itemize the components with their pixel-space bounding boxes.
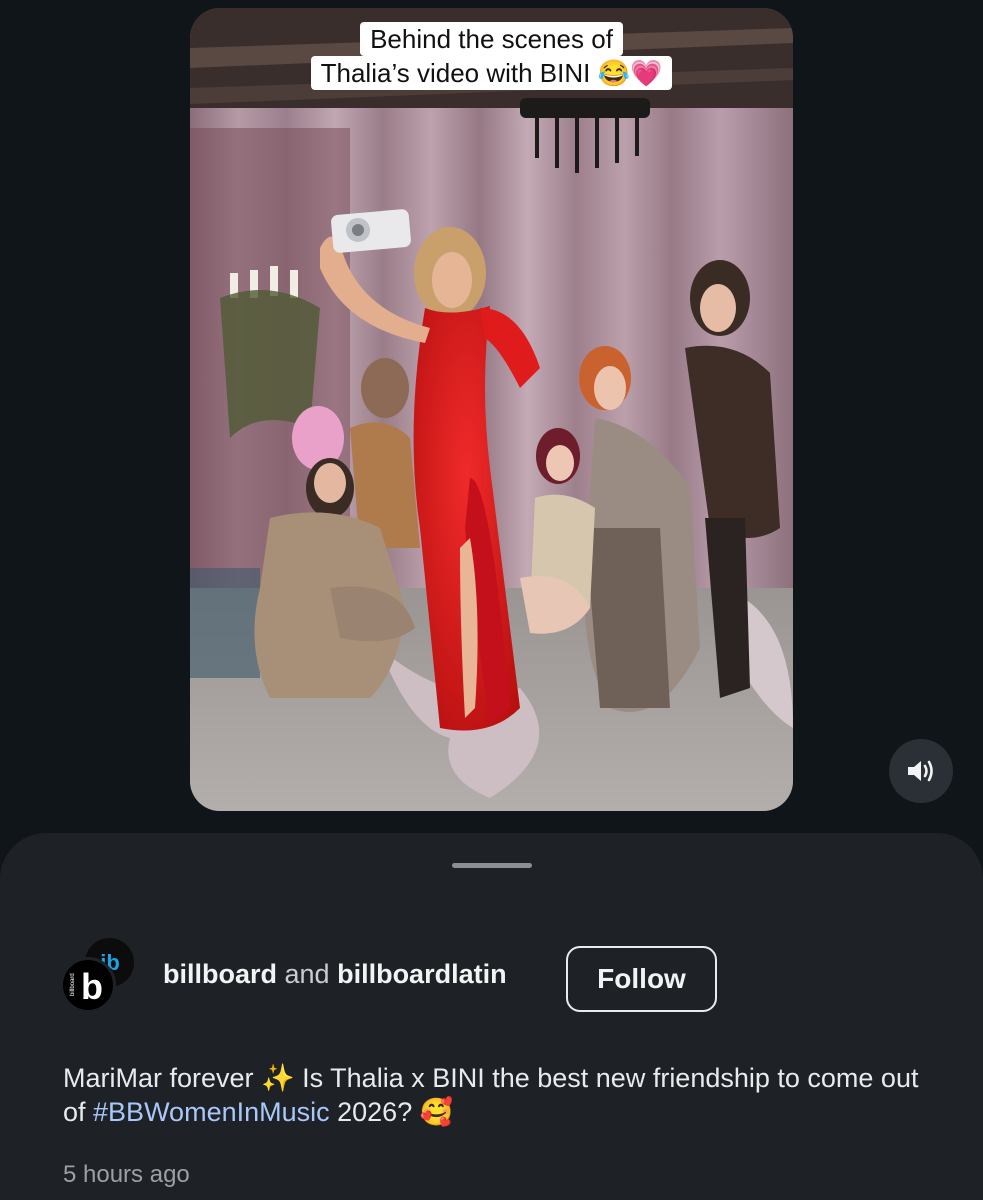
video-frame-image: [190, 8, 793, 811]
post-caption: MariMar forever ✨ Is Thalia x BINI the b…: [63, 1061, 943, 1129]
drag-handle[interactable]: [452, 863, 532, 868]
caption-line-1: Behind the scenes of: [360, 22, 623, 56]
hashtag-link[interactable]: #BBWomenInMusic: [93, 1097, 330, 1127]
caption-line-2: Thalia’s video with BINI 😂💗: [310, 56, 673, 90]
author-avatars[interactable]: ib b billboard: [60, 933, 140, 1013]
billboard-logo-icon: b billboard: [70, 966, 103, 1007]
author-billboardlatin-link[interactable]: billboardlatin: [337, 959, 507, 989]
video-player[interactable]: Behind the scenes of Thalia’s video with…: [190, 8, 793, 811]
avatar-billboard[interactable]: b billboard: [60, 957, 116, 1013]
author-billboard-link[interactable]: billboard: [163, 959, 277, 989]
billboard-logo-text: b: [81, 966, 103, 1007]
post-timestamp: 5 hours ago: [63, 1161, 190, 1188]
authors-connector: and: [284, 959, 338, 989]
page: Behind the scenes of Thalia’s video with…: [0, 0, 983, 1200]
post-caption-suffix: 2026? 🥰: [329, 1097, 454, 1127]
billboard-vertical-wordmark: billboard: [70, 973, 76, 996]
follow-button[interactable]: Follow: [566, 946, 717, 1012]
volume-icon: [908, 760, 933, 782]
mute-toggle-button[interactable]: [889, 739, 953, 803]
post-details-sheet: ib b billboard billboard and billboardla…: [0, 833, 983, 1200]
video-caption: Behind the scenes of Thalia’s video with…: [190, 22, 793, 90]
post-authors: billboard and billboardlatin: [163, 959, 507, 990]
